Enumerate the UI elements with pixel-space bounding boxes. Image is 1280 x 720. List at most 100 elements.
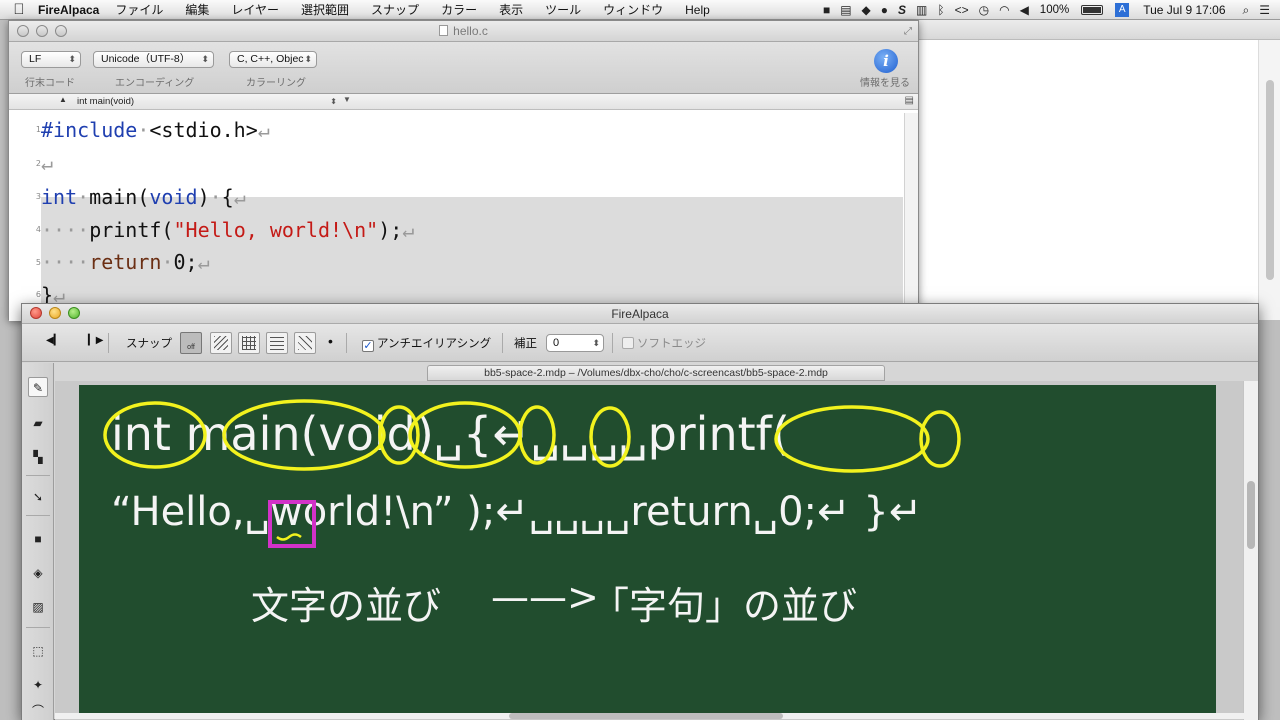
tool-divider	[26, 475, 50, 476]
triangle-up-icon[interactable]: ▲	[59, 95, 67, 104]
gradient-icon[interactable]: ▨	[28, 597, 48, 617]
snap-horizontal-button[interactable]	[266, 332, 288, 354]
code-line-4: ····printf("Hello, world!\n");↵	[41, 218, 414, 242]
editor-window: hello.c ⤢ LF Unicode（UTF-8） C, C++, Obje…	[8, 20, 919, 321]
snap-parallel-button[interactable]	[210, 332, 232, 354]
file-icon	[439, 25, 449, 36]
minimize-icon[interactable]	[49, 307, 61, 319]
return-keyword: return	[89, 250, 162, 274]
scroll-thumb[interactable]	[1266, 80, 1274, 280]
snap-off-label: off	[187, 344, 195, 351]
time-machine-icon[interactable]: ◷	[979, 3, 989, 17]
code-icon[interactable]: <>	[955, 3, 969, 17]
document-tab[interactable]: bb5-space-2.mdp – /Volumes/dbx-cho/cho/c…	[427, 365, 885, 381]
previous-frame-icon[interactable]: ◀▎	[46, 335, 61, 346]
apple-menu-icon[interactable]: 	[0, 1, 38, 18]
antialias-option[interactable]: ✓ アンチエイリアシング	[362, 335, 491, 352]
next-frame-icon[interactable]: ▎▶	[88, 335, 103, 346]
hat-icon[interactable]: ●	[881, 3, 888, 17]
menu-window[interactable]: ウィンドウ	[603, 1, 663, 18]
fill-icon[interactable]: ■	[28, 529, 48, 549]
menu-help[interactable]: Help	[685, 3, 710, 17]
canvas-horizontal-scrollbar[interactable]	[55, 713, 1245, 719]
dropbox-icon[interactable]: ◆	[862, 3, 871, 17]
line-ending-popup[interactable]: LF	[21, 51, 81, 68]
menu-color[interactable]: カラー	[441, 1, 477, 18]
fullscreen-icon[interactable]: ⤢	[904, 21, 912, 42]
menu-view[interactable]: 表示	[499, 1, 523, 18]
canvas-vertical-scrollbar[interactable]	[1243, 381, 1258, 720]
zero-literal: 0	[173, 250, 186, 274]
soft-edge-checkbox[interactable]	[622, 337, 634, 349]
line-number: 5	[35, 258, 41, 267]
menu-tools[interactable]: ツール	[545, 1, 581, 18]
encoding-popup[interactable]: Unicode（UTF-8）	[93, 51, 214, 68]
space-mark: ·	[41, 250, 54, 274]
zoom-icon[interactable]	[55, 25, 67, 37]
correction-stepper[interactable]: 0	[546, 334, 604, 352]
soft-edge-label: ソフトエッジ	[637, 338, 706, 350]
wifi-icon[interactable]: ◠	[999, 3, 1009, 17]
printf-call: printf(	[89, 218, 174, 242]
notes-icon[interactable]: ▤	[840, 3, 851, 17]
editor-scrollbar[interactable]	[904, 113, 918, 321]
menu-selection[interactable]: 選択範囲	[301, 1, 349, 18]
code-area[interactable]: 1 #include·<stdio.h>↵ 2 ↵ 3 int·main(voi…	[9, 113, 918, 321]
navigation-bar: ▲ int main(void) ▼ ▤	[9, 94, 918, 110]
volume-icon[interactable]: ◀	[1020, 3, 1029, 17]
camera-icon[interactable]: ■	[823, 3, 830, 17]
space-mark: ·	[77, 218, 90, 242]
coloring-popup[interactable]: C, C++, Objec	[229, 51, 317, 68]
close-icon[interactable]	[17, 25, 29, 37]
blackboard-canvas[interactable]: int main(void)␣{↵␣␣␣␣printf( “Hello,␣wor…	[79, 385, 1216, 715]
open-brace: {	[221, 185, 234, 209]
battery-icon[interactable]	[1081, 5, 1104, 15]
move-icon[interactable]: ➘	[28, 487, 48, 507]
space-highlight-box	[268, 500, 316, 548]
scroll-thumb[interactable]	[509, 713, 783, 719]
close-icon[interactable]	[30, 307, 42, 319]
soft-edge-option[interactable]: ソフトエッジ	[622, 335, 706, 351]
bluetooth-icon[interactable]: ᛒ	[937, 3, 944, 17]
scroll-thumb[interactable]	[1247, 481, 1255, 549]
circle-printf	[774, 405, 930, 473]
function-popup[interactable]: int main(void)	[71, 95, 339, 108]
dot-icon[interactable]: ▚	[28, 447, 48, 467]
split-view-icon[interactable]: ▤	[905, 95, 914, 106]
info-icon[interactable]: i	[874, 49, 898, 73]
sound-bars-icon[interactable]: ▥	[916, 3, 927, 17]
magic-wand-icon[interactable]: ✦	[28, 675, 48, 695]
antialias-checkbox[interactable]: ✓	[362, 340, 374, 352]
menu-edit[interactable]: 編集	[185, 1, 209, 18]
antialias-label: アンチエイリアシング	[377, 338, 492, 350]
pen-icon[interactable]: ✎	[28, 377, 48, 397]
code-line-1: #include·<stdio.h>↵	[41, 118, 270, 142]
lasso-icon[interactable]: ⌒	[28, 701, 48, 720]
snap-off-button[interactable]: off	[180, 332, 202, 354]
tool-palette: ✎ ▰ ▚ ➘ ■ ◈ ▨ ⬚ ✦ ⌒	[22, 363, 54, 720]
spotlight-icon[interactable]: ⌕	[1243, 3, 1250, 18]
background-window-scrollbar[interactable]	[1258, 40, 1280, 320]
bucket-icon[interactable]: ◈	[28, 563, 48, 583]
menu-snap[interactable]: スナップ	[371, 1, 419, 18]
menu-layer[interactable]: レイヤー	[231, 1, 279, 18]
app-menu[interactable]: FireAlpaca	[38, 3, 99, 17]
encoding-label: エンコーディング	[115, 78, 195, 89]
snap-perspective-button[interactable]	[294, 332, 316, 354]
triangle-down-icon[interactable]: ▼	[343, 95, 351, 104]
notification-center-icon[interactable]: ☰	[1259, 3, 1270, 17]
background-window-titlebar	[919, 20, 1280, 40]
eraser-icon[interactable]: ▰	[28, 413, 48, 433]
circle-close-paren	[518, 405, 556, 465]
clock[interactable]: Tue Jul 9 17:06	[1143, 3, 1225, 17]
s-app-icon[interactable]: S	[898, 3, 906, 17]
select-icon[interactable]: ⬚	[28, 641, 48, 661]
zoom-icon[interactable]	[68, 307, 80, 319]
minimize-icon[interactable]	[36, 25, 48, 37]
snap-point-icon[interactable]: •	[328, 333, 333, 349]
int-keyword: int	[41, 185, 78, 209]
menu-file[interactable]: ファイル	[115, 1, 163, 18]
input-method-icon[interactable]: A	[1115, 3, 1130, 17]
editor-title: hello.c	[453, 24, 488, 38]
snap-grid-button[interactable]	[238, 332, 260, 354]
